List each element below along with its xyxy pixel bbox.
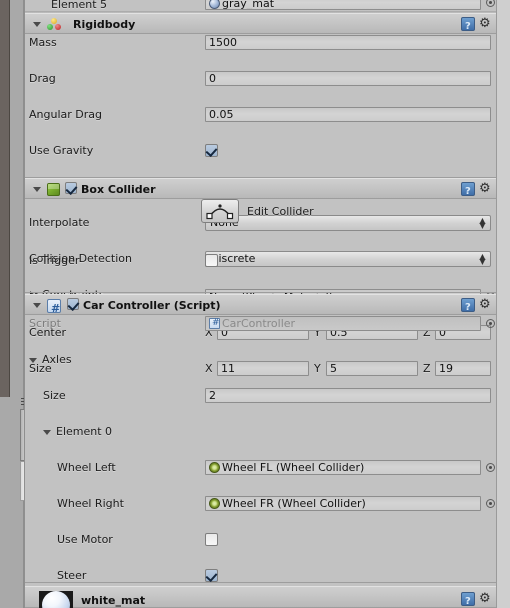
component-header-box-collider[interactable]: Box Collider ⚙ xyxy=(25,178,497,202)
field-row-angular-drag: Angular Drag 0.05 xyxy=(25,106,497,124)
axles-size-label: Size xyxy=(43,389,66,402)
element-0-label: Element 0 xyxy=(56,425,113,438)
help-book-icon[interactable] xyxy=(461,297,475,318)
rigidbody-icon xyxy=(47,18,61,31)
cs-script-icon xyxy=(209,317,220,330)
e0-wheel-right-object-field[interactable]: Wheel FR (Wheel Collider) xyxy=(205,496,481,511)
help-book-icon[interactable] xyxy=(461,591,475,608)
is-trigger-label: Is Trigger xyxy=(29,254,80,267)
box-collider-fields: Edit Collider Is Trigger Material None (… xyxy=(25,199,497,376)
left-panel-dark-area xyxy=(0,0,10,397)
object-picker-icon[interactable] xyxy=(486,319,495,328)
inspector-window: Element 5 gray_mat Rigidbody ⚙ Mass 1500 xyxy=(0,0,510,608)
mass-label: Mass xyxy=(29,36,57,49)
e0-wheel-left-object-field[interactable]: Wheel FL (Wheel Collider) xyxy=(205,460,481,475)
field-row-script: Script CarController xyxy=(25,315,497,333)
use-gravity-checkbox[interactable] xyxy=(205,144,218,157)
car-controller-enable-checkbox[interactable] xyxy=(67,298,79,310)
wheel-collider-icon xyxy=(209,462,220,473)
left-panel-strip xyxy=(0,0,33,608)
object-picker-icon[interactable] xyxy=(486,499,495,508)
component-title-rigidbody: Rigidbody xyxy=(73,18,136,31)
angular-drag-input[interactable]: 0.05 xyxy=(205,107,491,122)
foldout-car-controller-icon[interactable] xyxy=(33,301,42,310)
box-collider-enable-checkbox[interactable] xyxy=(65,182,77,194)
component-title-car-controller: Car Controller (Script) xyxy=(83,299,221,312)
edit-collider-icon xyxy=(206,204,234,220)
field-row-e0-wheel-right: Wheel Right Wheel FR (Wheel Collider) xyxy=(25,495,497,513)
field-row-axles[interactable]: Axles xyxy=(25,351,497,369)
object-picker-icon[interactable] xyxy=(486,463,495,472)
axles-label: Axles xyxy=(42,353,72,366)
angular-drag-label: Angular Drag xyxy=(29,108,102,121)
foldout-box-collider-icon[interactable] xyxy=(33,185,42,194)
inspector-vertical-scrollbar[interactable] xyxy=(496,0,510,608)
element-5-object-field[interactable]: gray_mat xyxy=(205,0,481,10)
gear-icon[interactable]: ⚙ xyxy=(479,592,493,606)
field-row-e0-wheel-left: Wheel Left Wheel FL (Wheel Collider) xyxy=(25,459,497,477)
foldout-axles-icon[interactable] xyxy=(29,356,38,365)
field-row-e0-use-motor: Use Motor xyxy=(25,531,497,549)
foldout-rigidbody-icon[interactable] xyxy=(33,20,42,29)
left-panel-light-area xyxy=(0,397,10,608)
inspector-content: Element 5 gray_mat Rigidbody ⚙ Mass 1500 xyxy=(24,0,497,608)
box-collider-icon xyxy=(47,183,60,196)
element-5-object-value: gray_mat xyxy=(222,0,275,10)
gear-icon[interactable]: ⚙ xyxy=(479,17,493,31)
axles-size-input[interactable]: 2 xyxy=(205,388,491,403)
object-picker-icon[interactable] xyxy=(486,0,495,7)
gear-icon[interactable]: ⚙ xyxy=(479,182,493,196)
script-label: Script xyxy=(29,317,61,330)
field-row-use-gravity: Use Gravity xyxy=(25,142,497,160)
script-object-field: CarController xyxy=(205,316,481,331)
row-edit-collider: Edit Collider xyxy=(25,199,497,225)
e0-use-motor-checkbox[interactable] xyxy=(205,533,218,546)
car-controller-fields: Script CarController Axles Size 2 Elemen… xyxy=(25,315,497,608)
help-book-icon[interactable] xyxy=(461,181,475,202)
drag-input[interactable]: 0 xyxy=(205,71,491,86)
component-title-box-collider: Box Collider xyxy=(81,183,156,196)
e0-wheel-right-label: Wheel Right xyxy=(57,497,124,510)
divider-boxcollider-carcontroller xyxy=(25,292,497,293)
is-trigger-checkbox[interactable] xyxy=(205,254,218,267)
field-row-is-trigger: Is Trigger xyxy=(25,252,497,270)
help-book-icon[interactable] xyxy=(461,16,475,37)
row-element-5: Element 5 gray_mat xyxy=(25,0,496,11)
hierarchy-vertical-scrollbar[interactable] xyxy=(10,0,33,608)
gear-icon[interactable]: ⚙ xyxy=(479,298,493,312)
e0-steer-checkbox[interactable] xyxy=(205,569,218,582)
divider-bottom xyxy=(25,582,497,583)
field-row-element-0[interactable]: Element 0 xyxy=(25,423,497,441)
cs-script-icon xyxy=(47,298,61,319)
use-gravity-label: Use Gravity xyxy=(29,144,94,157)
material-icon xyxy=(209,0,220,9)
component-header-rigidbody[interactable]: Rigidbody ⚙ xyxy=(25,13,497,37)
asset-title-white-mat: white_mat xyxy=(81,594,146,607)
mass-input[interactable]: 1500 xyxy=(205,35,491,50)
component-header-car-controller[interactable]: Car Controller (Script) ⚙ xyxy=(25,294,497,319)
e0-wheel-left-value: Wheel FL (Wheel Collider) xyxy=(222,461,365,474)
field-row-mass: Mass 1500 xyxy=(25,34,497,52)
wheel-collider-icon xyxy=(209,498,220,509)
rigidbody-fields: Mass 1500 Drag 0 Angular Drag 0.05 Use G… xyxy=(25,34,497,301)
asset-header-white-mat[interactable]: white_mat ⚙ xyxy=(25,586,497,608)
field-row-drag: Drag 0 xyxy=(25,70,497,88)
edit-collider-label: Edit Collider xyxy=(247,205,314,218)
foldout-element-0-icon[interactable] xyxy=(43,428,52,437)
drag-label: Drag xyxy=(29,72,56,85)
script-object-value: CarController xyxy=(222,317,296,330)
edit-collider-button[interactable] xyxy=(201,199,239,223)
e0-use-motor-label: Use Motor xyxy=(57,533,113,546)
e0-wheel-left-label: Wheel Left xyxy=(57,461,116,474)
field-row-axles-size: Size 2 xyxy=(25,387,497,405)
e0-wheel-right-value: Wheel FR (Wheel Collider) xyxy=(222,497,366,510)
